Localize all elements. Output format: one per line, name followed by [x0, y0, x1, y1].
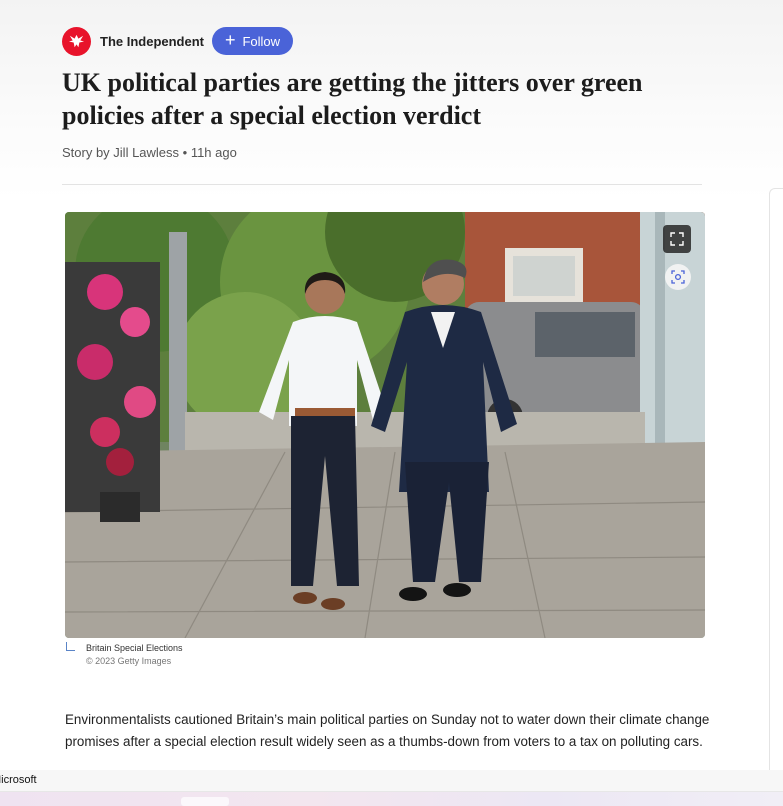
visual-search-icon[interactable]	[665, 264, 691, 290]
article-byline: Story by Jill Lawless • 11h ago	[62, 145, 237, 160]
status-bar: Microsoft	[0, 770, 783, 792]
image-credit: © 2023 Getty Images	[86, 656, 172, 666]
article-headline: UK political parties are getting the jit…	[62, 68, 643, 130]
follow-button[interactable]: + Follow	[212, 27, 293, 55]
taskbar-item[interactable]	[181, 797, 229, 806]
side-panel-edge[interactable]	[769, 188, 783, 779]
publisher-name[interactable]: The Independent	[100, 34, 204, 49]
divider	[62, 184, 702, 185]
caption-corner-icon	[66, 642, 75, 651]
independent-eagle-icon[interactable]	[62, 26, 91, 56]
expand-icon[interactable]	[663, 225, 691, 253]
image-caption: Britain Special Elections	[86, 643, 183, 653]
plus-icon: +	[224, 30, 236, 50]
taskbar-background	[0, 792, 783, 806]
taskbar: Microsoft	[0, 770, 783, 806]
article-body-paragraph: Environmentalists cautioned Britain’s ma…	[65, 712, 710, 749]
publisher-row: The Independent + Follow	[62, 26, 293, 56]
article: The Independent + Follow UK political pa…	[0, 0, 783, 770]
follow-label: Follow	[242, 33, 281, 49]
taskbar-label: Microsoft	[0, 774, 37, 786]
article-photo[interactable]	[65, 212, 705, 638]
